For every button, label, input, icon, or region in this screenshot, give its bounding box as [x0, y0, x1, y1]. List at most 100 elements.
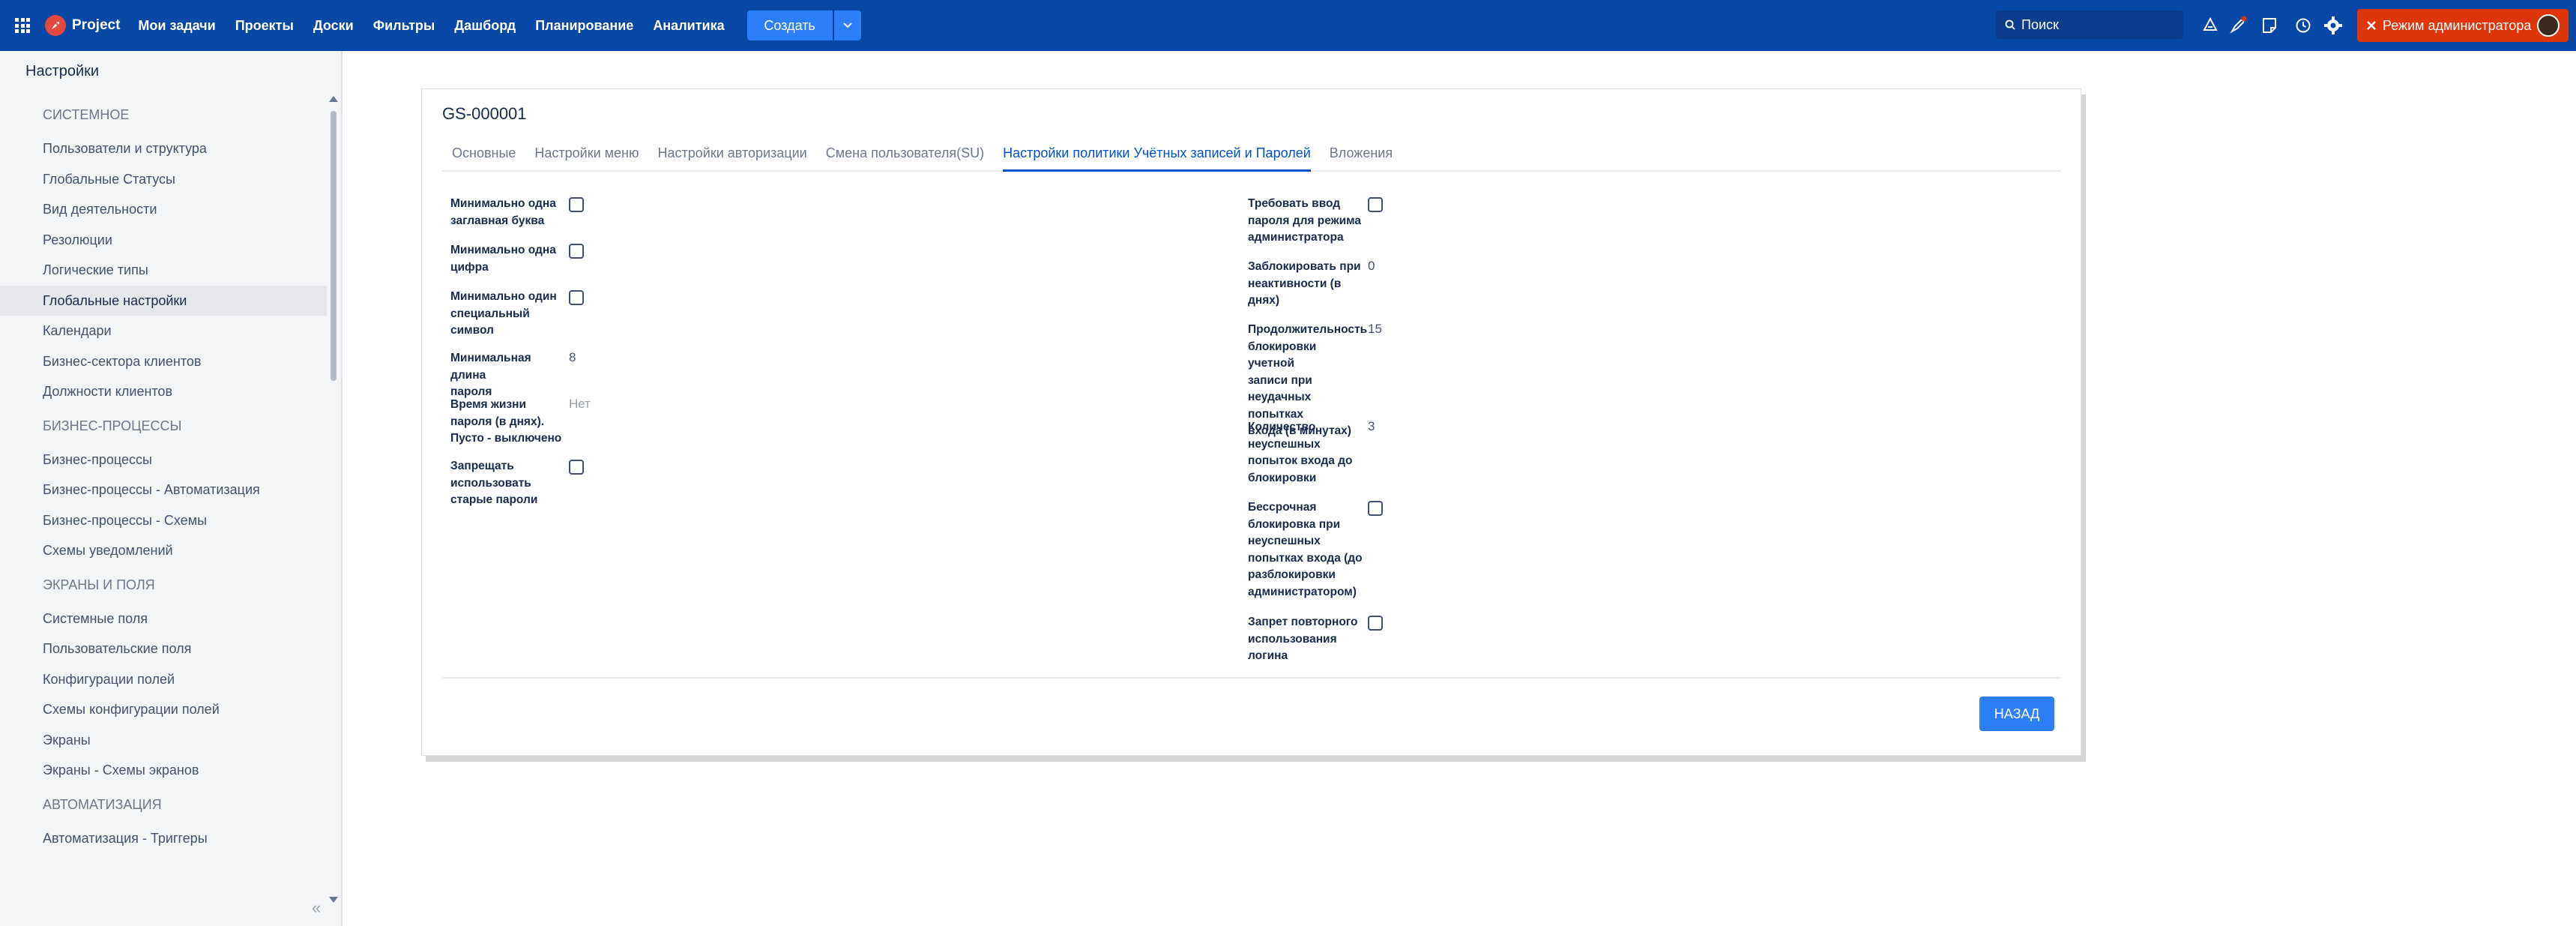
sidebar-scrollbar[interactable]: [328, 96, 340, 913]
nav-item[interactable]: Мои задачи: [138, 18, 215, 34]
field-row: Минимальная длина пароля 8: [450, 350, 576, 401]
sidebar-item[interactable]: Схемы конфигурации полей: [0, 694, 327, 725]
field-label: Минимальная длина пароля: [450, 350, 567, 401]
create-dropdown-button[interactable]: [833, 10, 861, 40]
field-value[interactable]: 3: [1368, 419, 1375, 434]
search-input[interactable]: Поиск: [1996, 10, 2183, 39]
field-label-line: блокировки учетной: [1248, 340, 1317, 370]
sidebar-item[interactable]: Пользовательские поля: [0, 634, 327, 664]
field-label-line: старые пароли: [450, 493, 538, 506]
collapse-sidebar-icon[interactable]: «: [312, 898, 321, 918]
field-label-line: Минимальная длина: [450, 352, 531, 382]
nav-item[interactable]: Доски: [313, 18, 354, 34]
field-label-line: Минимально одна: [450, 244, 556, 256]
field-row: Минимально одна цифра: [450, 242, 584, 276]
sidebar-item[interactable]: Бизнес-процессы - Схемы: [0, 505, 327, 536]
sidebar-item[interactable]: Резолюции: [0, 225, 327, 256]
sidebar-item[interactable]: Бизнес-сектора клиентов: [0, 346, 327, 377]
field-checkbox[interactable]: [1368, 501, 1383, 516]
field-checkbox[interactable]: [1368, 616, 1383, 631]
settings-tab[interactable]: Настройки авторизации: [658, 140, 807, 172]
sidebar-item[interactable]: Должности клиентов: [0, 376, 327, 407]
field-label-line: Запрет повторного: [1248, 616, 1358, 628]
field-checkbox[interactable]: [569, 290, 584, 305]
field-value[interactable]: 0: [1368, 259, 1375, 274]
nav-item[interactable]: Проекты: [235, 18, 294, 34]
sidebar-item[interactable]: Экраны: [0, 725, 327, 756]
page-title: GS-000001: [442, 104, 527, 123]
field-row: Время жизни пароля (в днях). Пусто - выклю…: [450, 397, 591, 448]
settings-tab[interactable]: Основные: [452, 140, 516, 172]
chevron-down-icon: [842, 22, 852, 28]
sidebar-menu: СИСТЕМНОЕ Пользователи и структура Глобаль…: [0, 96, 327, 853]
footer-divider: [442, 677, 2061, 679]
field-label-line: неуспешных: [1248, 437, 1321, 451]
settings-tab[interactable]: Вложения: [1330, 140, 1393, 172]
sidebar-item[interactable]: Экраны - Схемы экранов: [0, 755, 327, 786]
sidebar-item[interactable]: Глобальные Статусы: [0, 164, 327, 195]
scroll-down-icon[interactable]: [329, 897, 338, 903]
field-label: Бессрочная блокировка при неуспешных попытк…: [1248, 499, 1365, 601]
back-button[interactable]: НАЗАД: [1979, 697, 2054, 731]
admin-mode-button[interactable]: Режим администратора: [2357, 9, 2569, 42]
sidebar-item[interactable]: Пользователи и структура: [0, 133, 327, 164]
settings-tab[interactable]: Настройки меню: [534, 140, 639, 172]
field-value[interactable]: Нет: [569, 397, 591, 412]
history-icon[interactable]: [2292, 14, 2314, 37]
app-logo[interactable]: Project: [45, 15, 120, 36]
field-checkbox[interactable]: [569, 197, 584, 212]
settings-tabs: Основные Настройки меню Настройки авториза…: [442, 140, 2061, 172]
sidebar-item[interactable]: Схемы уведомлений: [0, 535, 327, 566]
sidebar-item[interactable]: Бизнес-процессы - Автоматизация: [0, 475, 327, 505]
settings-tab[interactable]: Настройки политики Учётных записей и Пар…: [1003, 140, 1311, 172]
field-label: Заблокировать при неактивности (в днях): [1248, 259, 1365, 310]
close-icon: [2367, 21, 2376, 30]
field-checkbox[interactable]: [1368, 197, 1383, 212]
field-row: Минимально одна заглавная буква: [450, 196, 584, 229]
sidebar-item[interactable]: Бизнес-процессы: [0, 445, 327, 475]
sidebar-section-header: АВТОМАТИЗАЦИЯ: [43, 796, 162, 812]
sidebar-item[interactable]: Системные поля: [0, 604, 327, 634]
field-label-line: Требовать ввод: [1248, 197, 1341, 210]
field-row: Запрещать использовать старые пароли: [450, 458, 584, 509]
sidebar-item[interactable]: Логические типы: [0, 255, 327, 286]
field-label: Минимально одна заглавная буква: [450, 196, 567, 229]
field-label-line: цифра: [450, 260, 489, 274]
sidebar-item[interactable]: Конфигурации полей: [0, 664, 327, 695]
field-label-line: неудачных попытках: [1248, 391, 1312, 421]
nav-item[interactable]: Дашборд: [454, 18, 516, 34]
nav-item[interactable]: Планирование: [535, 18, 633, 34]
field-label-line: неактивности (в: [1248, 277, 1342, 290]
field-label-line: пароля (в днях).: [450, 415, 545, 428]
field-checkbox[interactable]: [569, 460, 584, 475]
sidebar-item[interactable]: Календари: [0, 316, 327, 346]
field-value[interactable]: 8: [569, 350, 576, 365]
sidebar-item[interactable]: Автоматизация - Триггеры: [0, 823, 327, 854]
nav-item[interactable]: Аналитика: [653, 18, 724, 34]
settings-sidebar: Настройки СИСТЕМНОЕ Пользователи и структ…: [0, 51, 343, 926]
main-nav: Мои задачи Проекты Доски Фильтры Дашборд План…: [138, 18, 743, 34]
field-label: Запрет повторного использования логина: [1248, 614, 1365, 665]
sidebar-title: Настройки: [25, 63, 100, 79]
avatar[interactable]: [2537, 14, 2560, 37]
field-value[interactable]: 15: [1368, 322, 1382, 337]
sidebar-section-header: БИЗНЕС-ПРОЦЕССЫ: [43, 418, 182, 433]
scroll-up-icon[interactable]: [329, 96, 338, 102]
field-label-line: попытках входа (до: [1248, 551, 1363, 565]
rocket-notification-icon[interactable]: [2227, 14, 2249, 37]
create-button[interactable]: Создать: [746, 10, 833, 40]
sidebar-item[interactable]: Глобальные настройки: [0, 285, 327, 316]
sidebar-item[interactable]: Вид деятельности: [0, 194, 327, 225]
recycle-icon[interactable]: [2199, 14, 2221, 37]
field-label-line: Количество: [1248, 421, 1316, 433]
gear-icon[interactable]: [2322, 14, 2344, 37]
app-switcher-icon[interactable]: [15, 18, 30, 33]
field-label-line: символ: [450, 324, 494, 337]
settings-tab[interactable]: Смена пользователя(SU): [826, 140, 984, 172]
field-checkbox[interactable]: [569, 244, 584, 259]
nav-item[interactable]: Фильтры: [373, 18, 435, 34]
notes-icon[interactable]: [2258, 14, 2281, 37]
scrollbar-thumb[interactable]: [331, 111, 337, 381]
create-group: Создать: [746, 10, 861, 40]
field-row: Требовать ввод пароля для режима администр…: [1248, 196, 1383, 247]
